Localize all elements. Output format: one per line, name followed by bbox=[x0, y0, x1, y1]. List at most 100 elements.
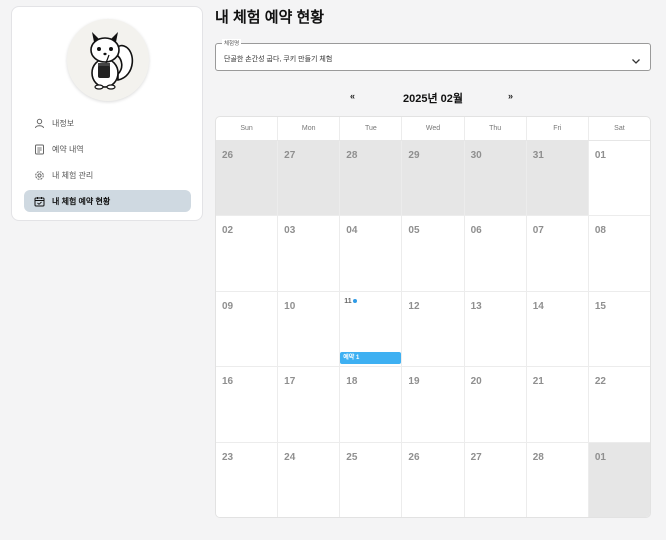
weekday-label: Thu bbox=[465, 117, 527, 140]
user-icon bbox=[33, 117, 45, 129]
page-title: 내 체험 예약 현황 bbox=[215, 9, 325, 26]
chevron-down-icon[interactable] bbox=[631, 53, 641, 71]
day-number: 14 bbox=[532, 300, 544, 312]
calendar-day-cell[interactable]: 29 bbox=[402, 141, 465, 216]
calendar-day-cell[interactable]: 26 bbox=[402, 442, 465, 517]
prev-month-button[interactable]: « bbox=[350, 91, 355, 101]
avatar[interactable] bbox=[67, 19, 149, 101]
calendar-grid: 26 27 28 29 30 31 01 02 03 04 05 06 07 08 09 10 11 예약 1 12… bbox=[216, 141, 650, 517]
calendar-day-cell[interactable]: 05 bbox=[402, 216, 465, 291]
calendar-day-cell[interactable]: 16 bbox=[216, 367, 279, 442]
sidebar-item-label: 예약 내역 bbox=[52, 144, 84, 154]
day-number: 25 bbox=[346, 451, 358, 463]
day-number: 17 bbox=[284, 376, 296, 388]
calendar-day-cell[interactable]: 09 bbox=[216, 291, 279, 367]
calendar-day-cell[interactable]: 08 bbox=[588, 216, 650, 291]
day-number: 01 bbox=[594, 451, 606, 463]
calendar-day-cell[interactable]: 12 bbox=[402, 291, 465, 367]
calendar-day-cell[interactable]: 22 bbox=[588, 367, 650, 442]
day-number: 31 bbox=[532, 150, 544, 161]
day-number: 26 bbox=[222, 150, 234, 161]
calendar-day-cell[interactable]: 13 bbox=[464, 291, 527, 367]
day-number: 05 bbox=[408, 225, 420, 237]
day-number: 01 bbox=[594, 150, 606, 161]
day-number: 28 bbox=[346, 150, 358, 161]
weekday-label: Wed bbox=[402, 117, 465, 140]
day-number: 29 bbox=[408, 150, 420, 161]
calendar-day-cell[interactable]: 25 bbox=[340, 442, 403, 517]
reservation-dot-indicator bbox=[353, 298, 358, 303]
sidebar-item-manage-experiences[interactable]: 내 체험 관리 bbox=[24, 164, 191, 186]
calendar-day-cell[interactable]: 11 예약 1 bbox=[340, 291, 403, 367]
next-month-button[interactable]: » bbox=[508, 91, 513, 101]
calendar-day-cell[interactable]: 30 bbox=[464, 141, 527, 216]
sidebar: 내정보 예약 내역 내 체험 관리 내 체험 예약 현황 bbox=[11, 6, 203, 221]
calendar-day-cell[interactable]: 01 bbox=[588, 442, 650, 517]
calendar-check-icon bbox=[33, 195, 45, 207]
day-number: 30 bbox=[470, 150, 482, 161]
calendar-day-cell[interactable]: 17 bbox=[278, 367, 341, 442]
calendar-day-cell[interactable]: 26 bbox=[216, 141, 279, 216]
calendar-day-cell[interactable]: 27 bbox=[464, 442, 527, 517]
sidebar-item-my-info[interactable]: 내정보 bbox=[24, 112, 191, 134]
day-number: 28 bbox=[532, 451, 544, 463]
day-number: 15 bbox=[594, 300, 606, 312]
squirrel-illustration bbox=[90, 32, 134, 90]
calendar-week-row: 16 17 18 19 20 21 22 bbox=[216, 367, 650, 443]
calendar-day-cell[interactable]: 04 bbox=[340, 216, 403, 291]
sidebar-item-reservation-status[interactable]: 내 체험 예약 현황 bbox=[24, 190, 191, 212]
calendar-day-cell[interactable]: 14 bbox=[526, 291, 589, 367]
calendar-day-cell[interactable]: 24 bbox=[278, 442, 341, 517]
calendar-day-cell[interactable]: 28 bbox=[340, 141, 403, 216]
calendar-week-row: 26 27 28 29 30 31 01 bbox=[216, 141, 650, 217]
calendar-day-cell[interactable]: 10 bbox=[278, 291, 341, 367]
day-number: 20 bbox=[470, 376, 482, 388]
calendar-day-cell[interactable]: 01 bbox=[588, 141, 650, 216]
day-number: 23 bbox=[222, 451, 234, 463]
month-label: 2025년 02월 bbox=[402, 93, 463, 105]
day-number: 13 bbox=[470, 300, 482, 312]
calendar-day-cell[interactable]: 07 bbox=[526, 216, 589, 291]
sidebar-item-reservations[interactable]: 예약 내역 bbox=[24, 138, 191, 160]
experience-select[interactable]: 체험명 단골한 손간성 굽다, 쿠키 만들기 체험 bbox=[215, 39, 651, 71]
calendar-day-cell[interactable]: 31 bbox=[526, 141, 589, 216]
sidebar-item-label: 내정보 bbox=[52, 118, 75, 128]
calendar-day-cell[interactable]: 03 bbox=[278, 216, 341, 291]
day-number: 27 bbox=[284, 150, 296, 161]
calendar-day-cell[interactable]: 15 bbox=[588, 291, 650, 367]
day-number: 10 bbox=[284, 300, 296, 312]
document-list-icon bbox=[33, 143, 45, 155]
day-number: 07 bbox=[532, 225, 544, 237]
calendar-day-cell[interactable]: 18 bbox=[340, 367, 403, 442]
calendar-day-cell[interactable]: 06 bbox=[464, 216, 527, 291]
calendar-day-cell[interactable]: 27 bbox=[278, 141, 341, 216]
weekday-label: Tue bbox=[340, 117, 403, 140]
day-number: 19 bbox=[408, 376, 420, 388]
weekday-label: Sat bbox=[614, 125, 625, 132]
day-number: 02 bbox=[222, 225, 234, 237]
calendar-day-cell[interactable]: 20 bbox=[464, 367, 527, 442]
day-number: 04 bbox=[346, 225, 358, 237]
sidebar-nav: 내정보 예약 내역 내 체험 관리 내 체험 예약 현황 bbox=[24, 112, 191, 216]
day-number: 21 bbox=[532, 376, 544, 388]
calendar-day-cell[interactable]: 02 bbox=[216, 216, 279, 291]
reservation-event-chip[interactable]: 예약 1 bbox=[340, 351, 402, 364]
calendar-day-cell[interactable]: 23 bbox=[216, 442, 279, 517]
day-number: 03 bbox=[284, 225, 296, 237]
sidebar-item-label: 내 체험 예약 현황 bbox=[52, 196, 111, 206]
weekday-header: Sun Mon Tue Wed Thu Fri Sat bbox=[216, 117, 650, 141]
gear-icon bbox=[33, 169, 45, 181]
day-number: 08 bbox=[594, 225, 606, 237]
select-legend: 체험명 bbox=[222, 39, 242, 47]
day-number: 22 bbox=[594, 376, 606, 388]
calendar-day-cell[interactable]: 19 bbox=[402, 367, 465, 442]
day-number: 06 bbox=[470, 225, 482, 237]
calendar-day-cell[interactable]: 21 bbox=[526, 367, 589, 442]
calendar-week-row: 09 10 11 예약 1 12 13 14 15 bbox=[216, 291, 650, 368]
day-number: 16 bbox=[222, 376, 234, 388]
weekday-label: Fri bbox=[527, 117, 589, 140]
calendar-week-row: 02 03 04 05 06 07 08 bbox=[216, 216, 650, 292]
day-number: 24 bbox=[284, 451, 296, 463]
calendar-day-cell[interactable]: 28 bbox=[526, 442, 589, 517]
weekday-label: Mon bbox=[278, 117, 341, 140]
